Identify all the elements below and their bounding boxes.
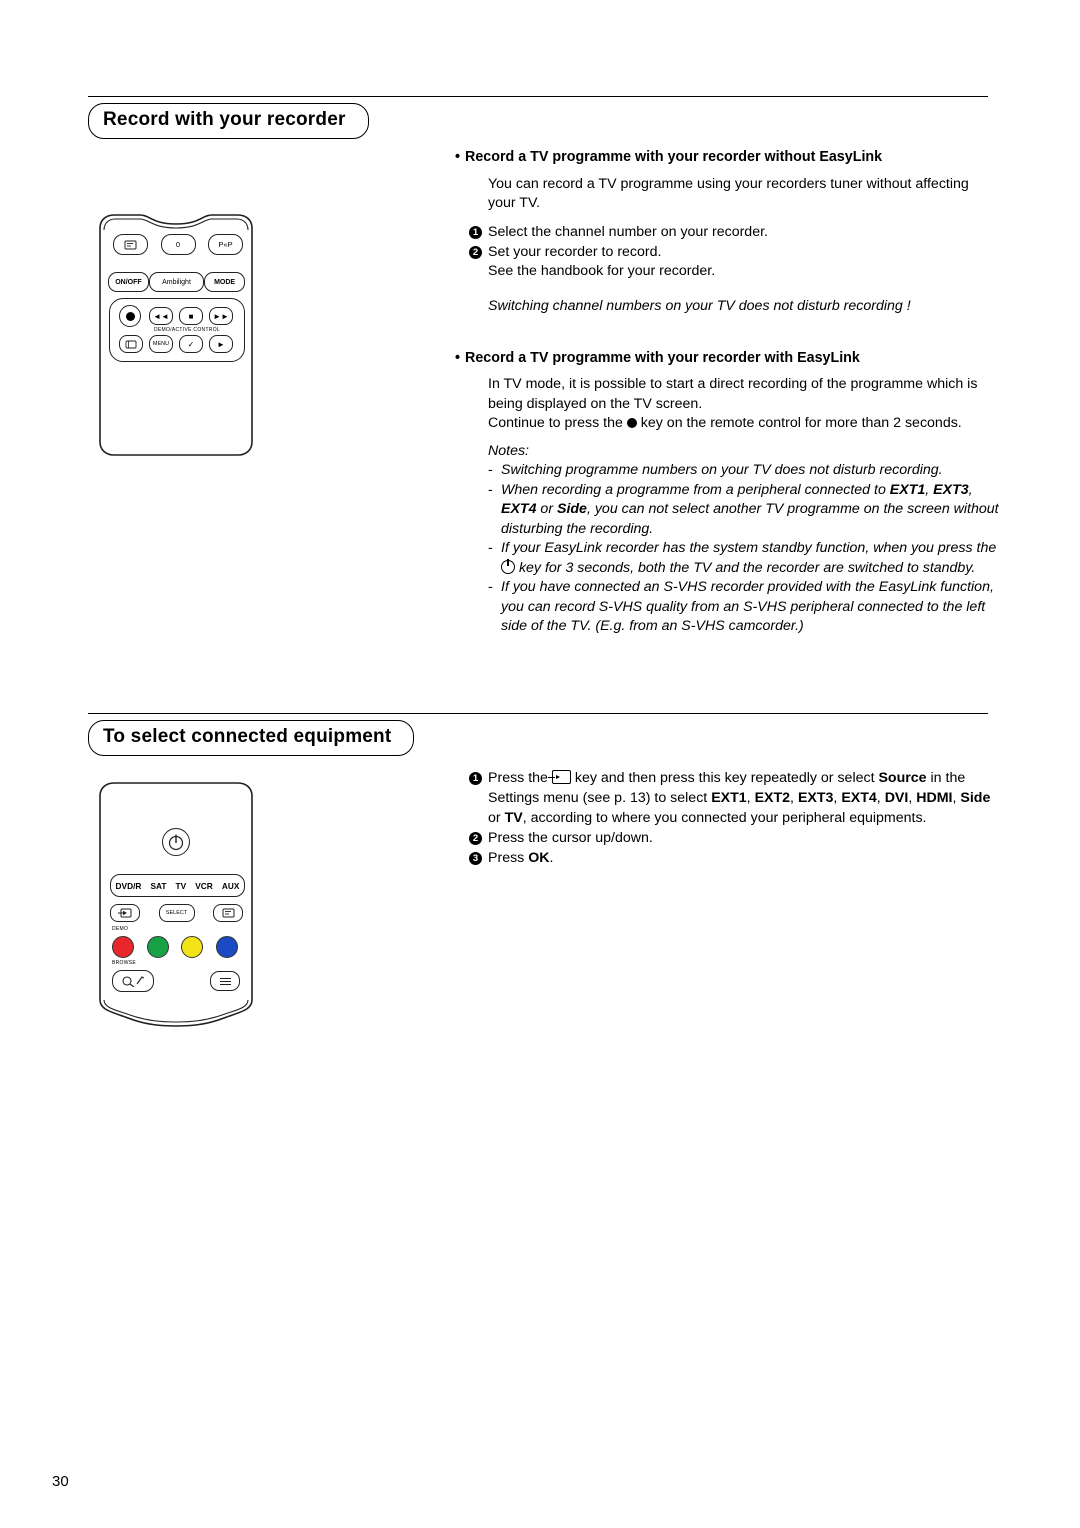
mode-dvdr: DVD/R (115, 880, 142, 891)
color-key-blue (215, 936, 238, 958)
remote1-key-ok: ✓ (179, 335, 203, 353)
note-item-3: - If your EasyLink recorder has the syste… (488, 540, 997, 576)
subsection-title-without-easylink: • Record a TV programme with your recorde… (455, 149, 883, 165)
note-item-1: - Switching programme numbers on your TV … (488, 461, 1000, 481)
remote2-key-standby (162, 828, 190, 856)
heading-rule (88, 96, 988, 97)
note-dash: - (488, 481, 493, 498)
remote2-key-menu (210, 971, 240, 991)
step-number-2: 2 (469, 245, 482, 259)
remote1-key-pap: P«P (208, 234, 243, 255)
page-number: 30 (52, 1473, 69, 1490)
note-item-4: - If you have connected an S-VHS recorder… (488, 579, 994, 634)
remote1-key-onoff: ON/OFF (108, 272, 149, 292)
notes-label: Notes: (488, 442, 530, 459)
section-title-record: Record with your recorder (88, 103, 369, 139)
color-key-yellow (181, 936, 204, 958)
note-switching-channel: Switching channel numbers on your TV doe… (488, 298, 911, 314)
step-press-ok: 3 Press OK. (469, 848, 1000, 868)
note-dash: - (488, 579, 493, 595)
remote1-key-row-1: 0 P«P (113, 234, 243, 255)
remote1-key-teletext (113, 234, 148, 255)
step-press-source: 1 Press the key and then press this key r… (469, 768, 1000, 828)
remote1-control-block: ◄◄ ■ ►► DEMO/ACTIVE CONTROL MENU ✓ ► (109, 298, 245, 362)
note-dash: - (488, 540, 493, 556)
source-key-icon (547, 770, 571, 784)
section-record-body: • Record a TV programme with your recorde… (455, 148, 1000, 637)
color-key-red (112, 936, 134, 958)
record-dot-icon (626, 418, 637, 428)
remote1-key-rewind: ◄◄ (149, 307, 173, 325)
section-select-equipment-body: 1 Press the key and then press this key r… (455, 768, 1000, 868)
manual-page: Record with your recorder 0 P«P ON/OFF A… (0, 0, 1080, 1528)
mode-sat: SAT (150, 880, 167, 891)
remote2-key-select: SELECT (158, 904, 195, 922)
step-select-channel: 1 Select the channel number on your recor… (469, 222, 1000, 242)
remote2-key-source (110, 904, 140, 922)
remote1-key-row-2: ON/OFF Ambilight MODE (108, 272, 245, 292)
step-number-1b: 1 (469, 772, 482, 785)
remote1-key-record (119, 305, 141, 327)
step-number-2b: 2 (469, 832, 482, 845)
step-set-recorder: 2 Set your recorder to record. (469, 242, 1000, 262)
heading-rule-2 (88, 713, 988, 714)
bullet-dot-2: • (455, 349, 461, 366)
remote2-key-browse (112, 970, 154, 992)
color-key-green (146, 936, 169, 958)
remote1-key-zero: 0 (160, 234, 196, 255)
remote1-key-screenformat (119, 335, 143, 353)
remote1-key-menu: MENU (149, 335, 173, 353)
remote2-label-browse: BROWSE (112, 960, 137, 966)
mode-tv: TV (175, 880, 187, 891)
bullet-dot: • (455, 149, 461, 165)
remote2-bottom-keys (112, 970, 240, 992)
paragraph-with-easylink-2: Continue to press the key on the remote … (488, 415, 962, 431)
paragraph-handbook: See the handbook for your recorder. (488, 262, 716, 279)
mode-aux: AUX (221, 880, 240, 891)
remote1-key-stop: ■ (179, 307, 203, 325)
remote1-key-forward: ►► (209, 307, 233, 325)
mode-vcr: VCR (195, 880, 213, 891)
remote-control-illustration-1: 0 P«P ON/OFF Ambilight MODE ◄◄ ■ ►► DEMO… (90, 210, 262, 460)
step-number-1: 1 (469, 225, 482, 239)
remote1-key-ambilight: Ambilight (148, 272, 205, 292)
remote-control-illustration-2: DVD/R SAT TV VCR AUX SELECT DEMO BROWSE (90, 778, 262, 1030)
remote1-key-mode: MODE (204, 272, 245, 292)
standby-power-icon (501, 558, 515, 574)
remote1-label-demo-active-control: DEMO/ACTIVE CONTROL (154, 327, 220, 333)
remote2-key-row: SELECT (110, 904, 243, 922)
note-item-2: - When recording a programme from a perip… (488, 481, 999, 537)
paragraph-with-easylink-1: In TV mode, it is possible to start a di… (488, 376, 978, 412)
paragraph-without-easylink: You can record a TV programme using your… (488, 175, 969, 212)
step-number-3b: 3 (469, 852, 482, 865)
remote2-label-demo: DEMO (112, 926, 129, 932)
remote2-mode-selector: DVD/R SAT TV VCR AUX (110, 874, 245, 897)
note-dash: - (488, 462, 493, 478)
remote2-color-keys (112, 936, 238, 958)
remote1-key-play: ► (209, 335, 233, 353)
subsection-title-with-easylink: • Record a TV programme with your recorde… (455, 349, 860, 366)
step-press-cursor: 2 Press the cursor up/down. (469, 828, 1000, 848)
remote2-key-teletext (213, 904, 243, 922)
section-title-select-equipment: To select connected equipment (88, 720, 415, 756)
